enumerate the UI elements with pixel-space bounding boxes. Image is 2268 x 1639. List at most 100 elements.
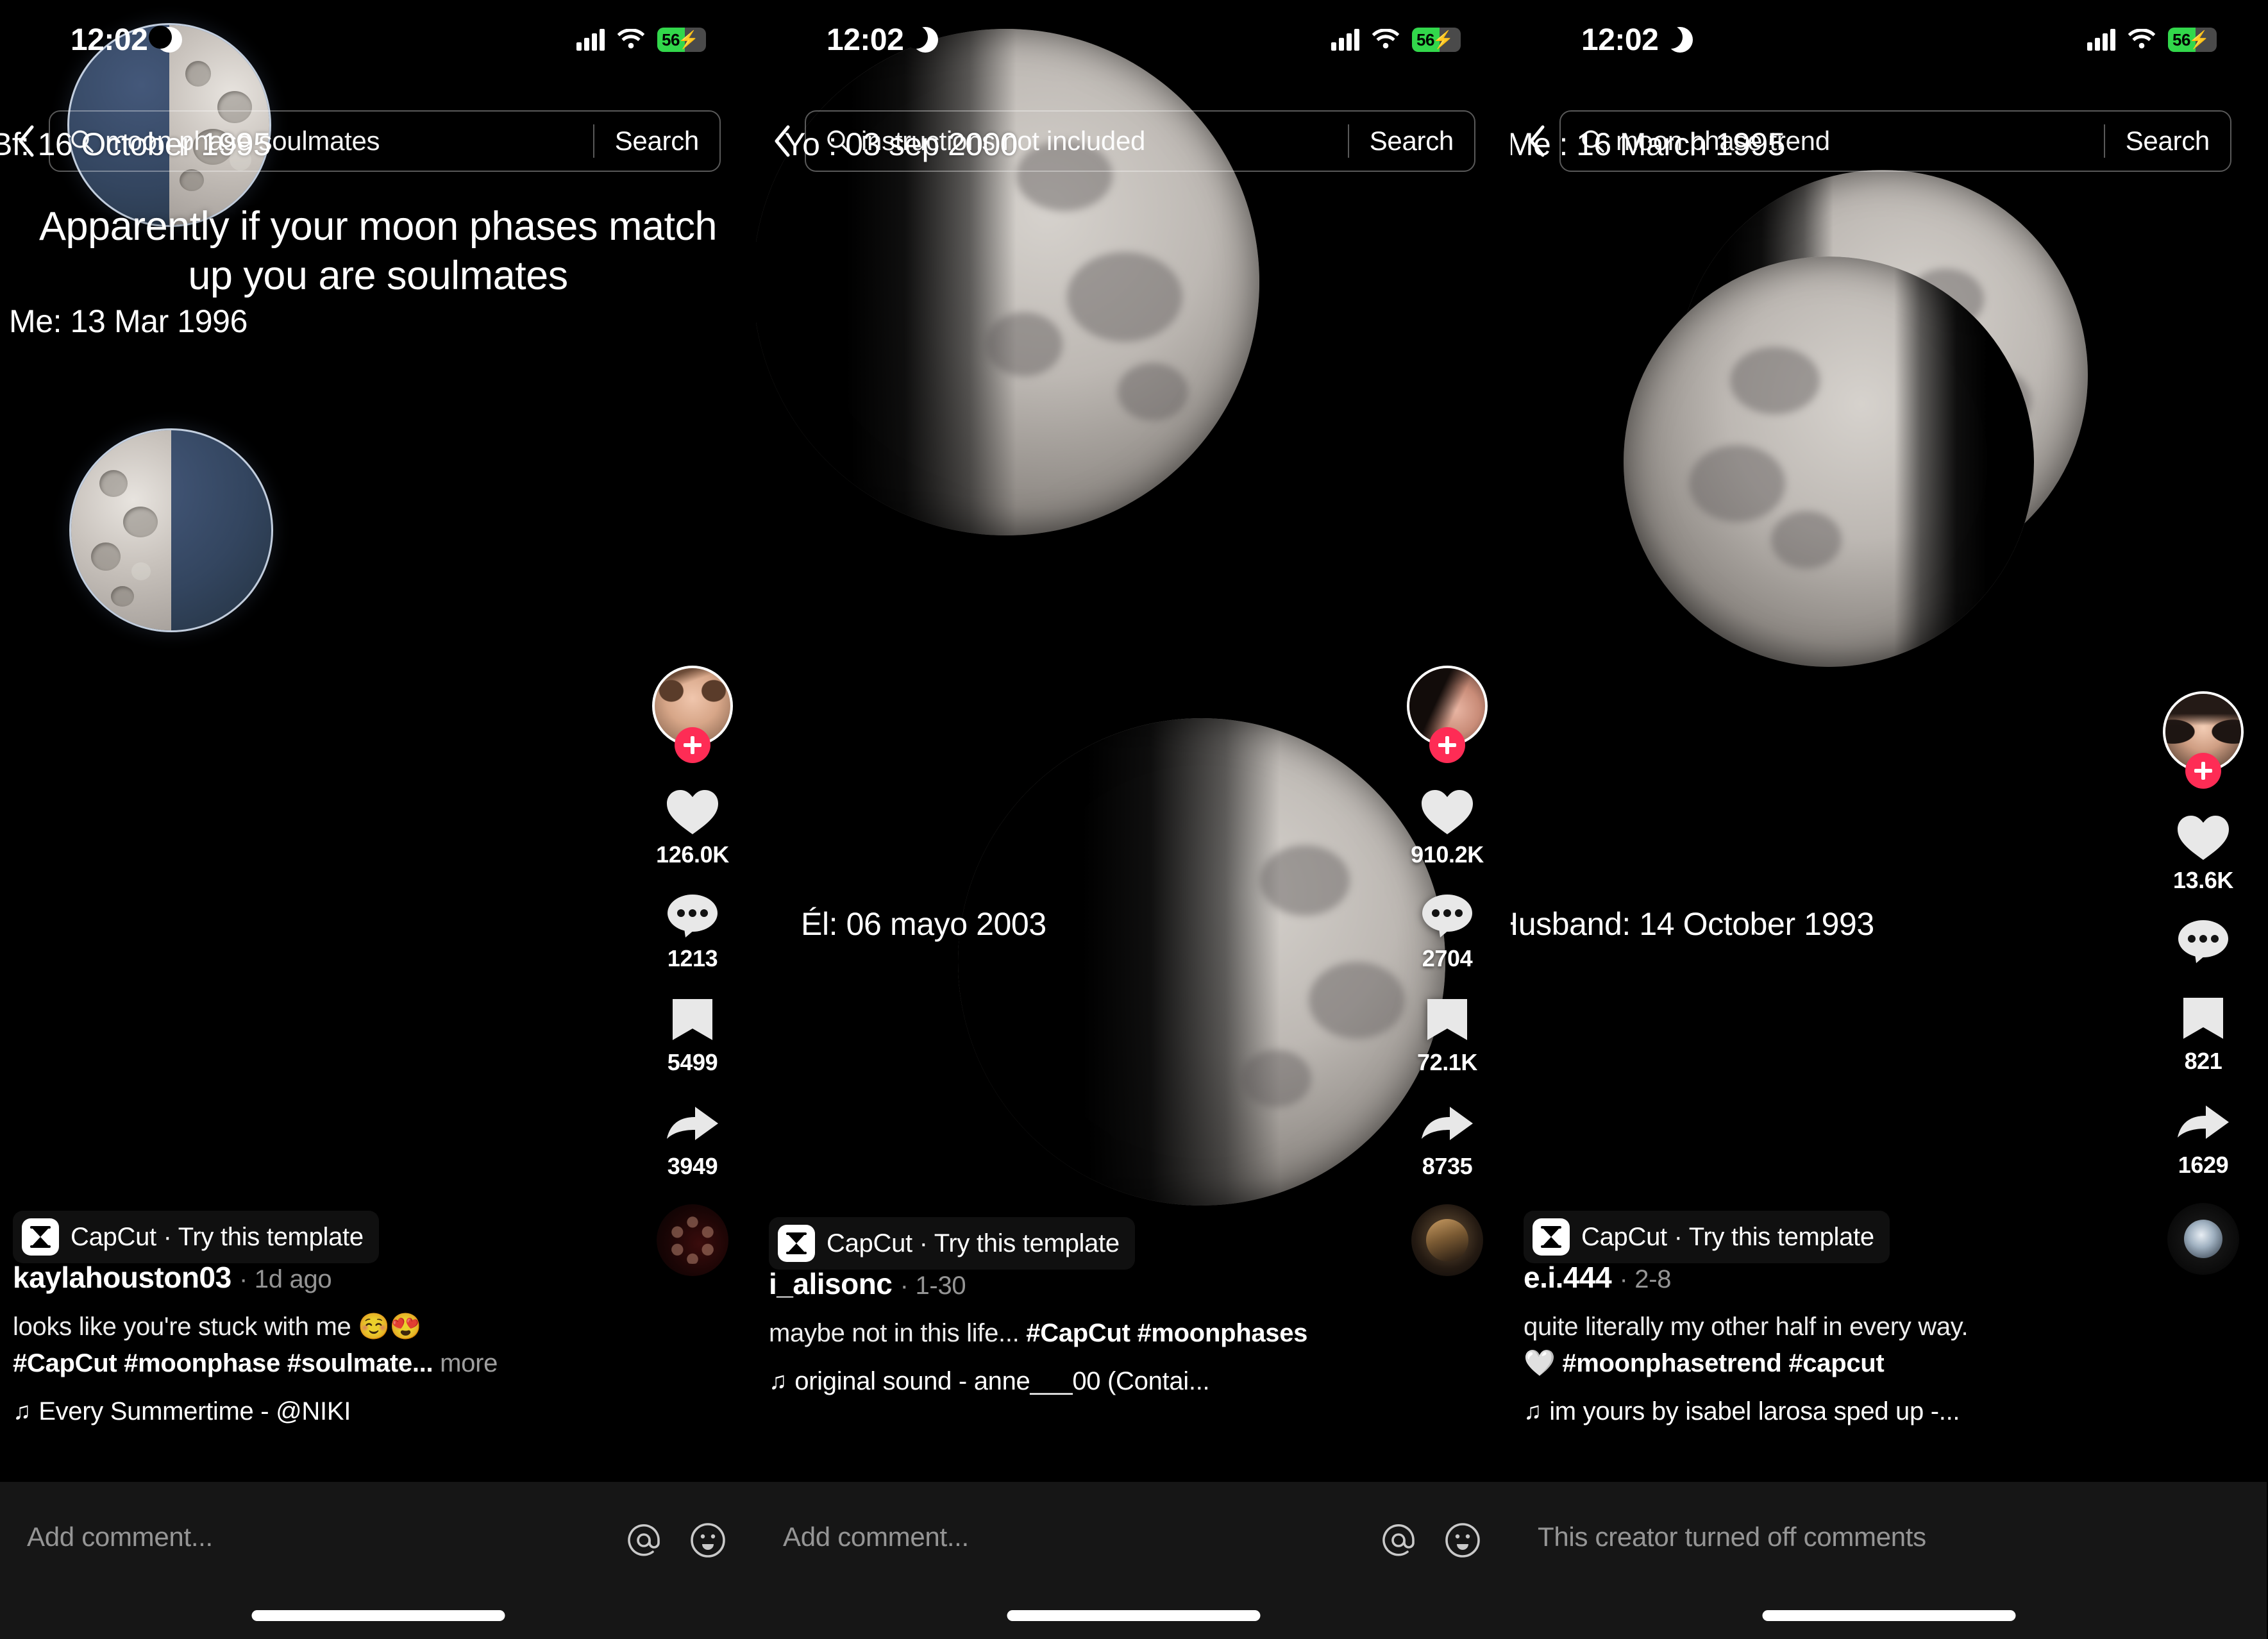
- home-indicator-2: [1007, 1610, 1260, 1621]
- capcut-label-3: CapCut · Try this template: [1581, 1222, 1874, 1251]
- description-text-3: quite literally my other half in every w…: [1524, 1313, 1969, 1341]
- search-button-2[interactable]: Search: [1349, 126, 1474, 156]
- comment-bar-2[interactable]: Add comment...: [756, 1482, 1511, 1639]
- tiktok-panel-3: Me : 16 March 1995 Husband: 14 October 1…: [1511, 0, 2267, 1639]
- share-button-2[interactable]: 8735: [1418, 1098, 1476, 1180]
- sound-row-3[interactable]: ♫ im yours by isabel larosa sped up -...: [1524, 1397, 2145, 1426]
- bookmark-button-3[interactable]: 821: [2174, 993, 2232, 1075]
- search-bar-3[interactable]: moon phase trend Search: [1559, 110, 2231, 172]
- search-bar-2[interactable]: instructions not included Search: [805, 110, 1475, 172]
- comment-button-1[interactable]: 1213: [664, 890, 721, 972]
- bookmark-button-1[interactable]: 5499: [664, 994, 721, 1076]
- description-hashtags-2[interactable]: #CapCut #moonphases: [1026, 1319, 1307, 1347]
- comment-input-1[interactable]: Add comment...: [27, 1522, 625, 1552]
- capcut-template-chip-3[interactable]: CapCut · Try this template: [1524, 1211, 1890, 1263]
- comment-bubble-icon: [664, 890, 721, 941]
- action-rail-3: 13.6K 821 1629: [2155, 691, 2251, 1275]
- back-button-1[interactable]: [6, 121, 46, 161]
- moon-photo-bottom-3: [1624, 256, 2034, 667]
- comments-disabled-message-3: This creator turned off comments: [1538, 1522, 1926, 1552]
- emoji-smiley-icon[interactable]: [689, 1522, 727, 1562]
- capcut-logo-icon: [1533, 1218, 1570, 1256]
- music-note-icon: ♫: [1524, 1397, 1542, 1425]
- search-query-3[interactable]: moon phase trend: [1616, 126, 2104, 156]
- tiktok-panel-2: Yo : 03 sep 2000 Él: 06 mayo 2003 12:02: [756, 0, 1511, 1639]
- description-hashtags-3[interactable]: 🤍 #moonphasetrend #capcut: [1524, 1349, 1885, 1377]
- video-description-3[interactable]: quite literally my other half in every w…: [1524, 1309, 2145, 1382]
- heart-icon: [664, 786, 721, 837]
- description-hashtags-1[interactable]: #CapCut #moonphase #soulmate...: [13, 1349, 433, 1377]
- comment-button-3[interactable]: [2174, 916, 2232, 971]
- search-icon: [825, 128, 851, 154]
- back-button-3[interactable]: [1517, 121, 1557, 161]
- like-count-1: 126.0K: [656, 841, 729, 868]
- follow-button-1[interactable]: [675, 727, 710, 763]
- back-button-2[interactable]: [762, 121, 802, 161]
- share-count-2: 8735: [1422, 1153, 1473, 1179]
- music-disc-1[interactable]: [657, 1204, 728, 1276]
- video-description-1[interactable]: looks like you're stuck with me ☺️😍 #Cap…: [13, 1309, 634, 1382]
- comment-bubble-icon: [1418, 890, 1476, 941]
- video-meta-1: kaylahouston03 · 1d ago looks like you'r…: [13, 1260, 634, 1426]
- comment-bubble-icon: [2174, 916, 2232, 967]
- search-button-1[interactable]: Search: [594, 126, 719, 156]
- action-rail-1: 126.0K 1213 5499 3949: [644, 666, 741, 1276]
- top-nav-1: moon phase soulmates Search: [0, 109, 756, 173]
- like-button-2[interactable]: 910.2K: [1411, 786, 1484, 868]
- bookmark-count-2: 72.1K: [1416, 1049, 1478, 1075]
- comment-input-2[interactable]: Add comment...: [783, 1522, 1380, 1552]
- like-button-1[interactable]: 126.0K: [656, 786, 729, 868]
- comment-button-2[interactable]: 2704: [1418, 890, 1476, 972]
- sound-title-3: im yours by isabel larosa sped up -...: [1549, 1397, 1960, 1425]
- search-icon: [69, 128, 95, 154]
- music-note-icon: ♫: [769, 1367, 787, 1395]
- three-panel-screenshot: Apparently if your moon phases match up …: [0, 0, 2268, 1639]
- follow-button-3[interactable]: [2185, 753, 2221, 789]
- emoji-smiley-icon[interactable]: [1444, 1522, 1481, 1562]
- comment-bar-1[interactable]: Add comment...: [0, 1482, 756, 1639]
- video-description-2[interactable]: maybe not in this life... #CapCut #moonp…: [769, 1315, 1389, 1352]
- like-button-3[interactable]: 13.6K: [2173, 812, 2233, 894]
- burned-bottom-label-1: Me: 13 Mar 1996: [9, 303, 248, 339]
- bookmark-count-1: 5499: [667, 1049, 718, 1075]
- capcut-template-chip-1[interactable]: CapCut · Try this template: [13, 1211, 379, 1263]
- capcut-template-chip-2[interactable]: CapCut · Try this template: [769, 1217, 1135, 1270]
- follow-button-2[interactable]: [1429, 727, 1465, 763]
- search-query-1[interactable]: moon phase soulmates: [105, 126, 593, 156]
- capcut-label-1: CapCut · Try this template: [71, 1222, 364, 1251]
- share-arrow-icon: [2174, 1097, 2232, 1148]
- at-sign-icon[interactable]: [625, 1522, 662, 1562]
- music-disc-3[interactable]: [2167, 1203, 2239, 1275]
- bookmark-icon: [2174, 993, 2232, 1044]
- video-meta-2: i_alisonc · 1-30 maybe not in this life.…: [769, 1266, 1389, 1396]
- sound-row-1[interactable]: ♫ Every Summertime - @NIKI: [13, 1397, 634, 1426]
- search-bar-1[interactable]: moon phase soulmates Search: [49, 110, 721, 172]
- capcut-logo-icon: [778, 1225, 815, 1262]
- post-date-2: · 1-30: [900, 1272, 966, 1300]
- username-3[interactable]: e.i.444 · 2-8: [1524, 1260, 2145, 1295]
- share-button-3[interactable]: 1629: [2174, 1097, 2232, 1179]
- description-text-1: looks like you're stuck with me ☺️😍: [13, 1313, 422, 1341]
- username-2[interactable]: i_alisonc · 1-30: [769, 1266, 1389, 1301]
- share-button-1[interactable]: 3949: [664, 1098, 721, 1180]
- search-button-3[interactable]: Search: [2105, 126, 2230, 156]
- top-nav-2: instructions not included Search: [756, 109, 1511, 173]
- at-sign-icon[interactable]: [1380, 1522, 1417, 1562]
- comment-actions-1: [625, 1522, 727, 1562]
- post-date-3: · 2-8: [1619, 1265, 1672, 1293]
- avatar-2[interactable]: [1407, 666, 1488, 763]
- like-count-3: 13.6K: [2172, 867, 2234, 893]
- like-count-2: 910.2K: [1411, 841, 1484, 868]
- bookmark-count-3: 821: [2184, 1048, 2222, 1074]
- top-nav-3: moon phase trend Search: [1511, 109, 2267, 173]
- comment-bar-3: This creator turned off comments: [1511, 1482, 2267, 1639]
- search-query-2[interactable]: instructions not included: [861, 126, 1348, 156]
- description-more-1[interactable]: more: [440, 1349, 498, 1377]
- avatar-3[interactable]: [2163, 691, 2244, 789]
- sound-row-2[interactable]: ♫ original sound - anne___00 (Contai...: [769, 1367, 1389, 1396]
- capcut-logo-icon: [22, 1218, 59, 1256]
- username-1[interactable]: kaylahouston03 · 1d ago: [13, 1260, 634, 1295]
- music-disc-2[interactable]: [1411, 1204, 1483, 1276]
- bookmark-button-2[interactable]: 72.1K: [1417, 994, 1477, 1076]
- avatar-1[interactable]: [652, 666, 733, 763]
